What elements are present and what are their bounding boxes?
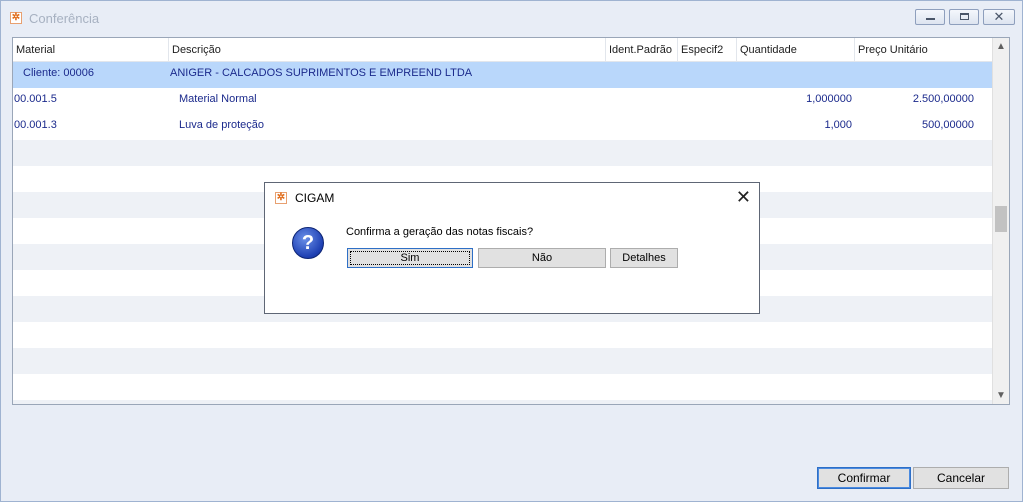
close-icon: ✕ bbox=[993, 9, 1005, 24]
grid-header: Material Descrição Ident.Padrão Especif2… bbox=[13, 38, 993, 62]
conferencia-window: ✲ Conferência ✕ Material Descrição Ident… bbox=[0, 0, 1023, 502]
empty-row bbox=[13, 374, 993, 400]
maximize-button[interactable] bbox=[949, 9, 979, 25]
column-header-material[interactable]: Material bbox=[13, 38, 169, 62]
window-title: Conferência bbox=[29, 11, 100, 26]
column-header-quantidade[interactable]: Quantidade bbox=[737, 38, 855, 62]
minimize-icon bbox=[926, 18, 935, 20]
cell-preco: 500,00000 bbox=[922, 119, 974, 131]
cigam-dialog-icon: ✲ bbox=[275, 192, 287, 204]
confirm-button[interactable]: Confirmar bbox=[817, 467, 911, 489]
cigam-app-icon: ✲ bbox=[10, 12, 22, 24]
yes-button[interactable]: Sim bbox=[347, 248, 473, 268]
column-header-ident-padrao[interactable]: Ident.Padrão bbox=[606, 38, 678, 62]
cell-quantidade: 1,000 bbox=[824, 119, 852, 131]
scroll-down-arrow-icon[interactable]: ▼ bbox=[993, 387, 1009, 404]
cell-descricao: Luva de proteção bbox=[179, 119, 265, 131]
no-button-label: Não bbox=[531, 252, 553, 264]
details-button-label: Detalhes bbox=[622, 252, 666, 264]
cell-descricao: Material Normal bbox=[179, 93, 257, 105]
cell-preco: 2.500,00000 bbox=[912, 93, 974, 105]
cell-material: 00.001.5 bbox=[14, 93, 57, 105]
confirmation-dialog: ✲ CIGAM ✕ ? Confirma a geração das notas… bbox=[264, 182, 760, 314]
details-button[interactable]: Detalhes bbox=[610, 248, 678, 268]
dialog-message: Confirma a geração das notas fiscais? bbox=[346, 226, 534, 238]
question-icon: ? bbox=[292, 227, 324, 259]
maximize-icon bbox=[960, 13, 969, 20]
group-label: Cliente: 00006 bbox=[23, 67, 94, 79]
dialog-body: ? Confirma a geração das notas fiscais? … bbox=[265, 213, 759, 313]
scrollbar-thumb[interactable] bbox=[995, 206, 1007, 232]
empty-row bbox=[13, 348, 993, 374]
dialog-titlebar: ✲ CIGAM ✕ bbox=[265, 183, 759, 213]
cancel-button[interactable]: Cancelar bbox=[913, 467, 1009, 489]
cell-quantidade: 1,000000 bbox=[806, 93, 852, 105]
column-header-preco-unitario[interactable]: Preço Unitário bbox=[855, 38, 993, 62]
column-header-descricao[interactable]: Descrição bbox=[169, 38, 606, 62]
grid-vertical-scrollbar[interactable]: ▲ ▼ bbox=[992, 38, 1009, 404]
no-button[interactable]: Não bbox=[478, 248, 606, 268]
cell-material: 00.001.3 bbox=[14, 119, 57, 131]
focus-rectangle bbox=[350, 251, 470, 265]
close-window-button[interactable]: ✕ bbox=[983, 9, 1015, 25]
group-row-cliente[interactable]: Cliente: 00006 ANIGER - CALCADOS SUPRIME… bbox=[13, 62, 993, 88]
empty-row bbox=[13, 322, 993, 348]
empty-row bbox=[13, 140, 993, 166]
dialog-title: CIGAM bbox=[295, 191, 335, 205]
table-row[interactable]: 00.001.5 Material Normal 1,000000 2.500,… bbox=[13, 88, 993, 114]
window-titlebar: ✲ Conferência ✕ bbox=[1, 1, 1022, 35]
group-description: ANIGER - CALCADOS SUPRIMENTOS E EMPREEND… bbox=[170, 67, 473, 79]
empty-row bbox=[13, 400, 993, 404]
minimize-button[interactable] bbox=[915, 9, 945, 25]
column-header-especif2[interactable]: Especif2 bbox=[678, 38, 737, 62]
scroll-up-arrow-icon[interactable]: ▲ bbox=[993, 38, 1009, 55]
table-row[interactable]: 00.001.3 Luva de proteção 1,000 500,0000… bbox=[13, 114, 993, 140]
dialog-close-icon[interactable]: ✕ bbox=[736, 187, 751, 207]
